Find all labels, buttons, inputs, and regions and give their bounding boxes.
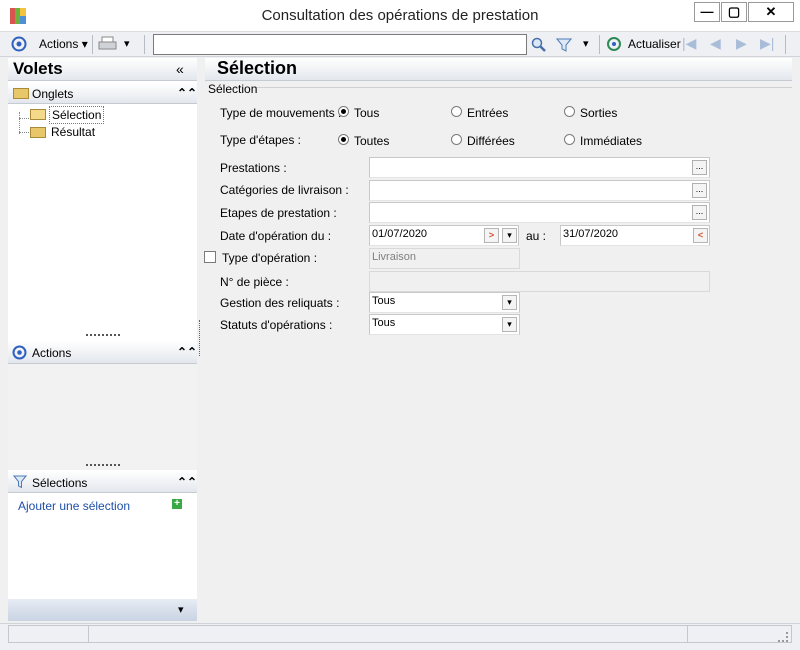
date-shift-icon[interactable]: > [484,228,499,243]
toolbar-separator [785,35,786,54]
statuts-label: Statuts d'opérations : [220,318,333,332]
splitter-grip[interactable] [199,320,200,356]
first-record-icon[interactable]: |◀ [682,35,696,52]
chevron-down-icon: ▾ [78,37,88,51]
onglets-title: Onglets [32,87,74,101]
tree-item-resultat[interactable]: Résultat [51,125,95,139]
radio-sorties-label[interactable]: Sorties [580,106,617,120]
search-input[interactable] [153,34,527,55]
print-dropdown-icon[interactable]: ▾ [124,37,130,50]
status-cell [88,625,688,643]
chevron-down-icon[interactable]: ▾ [502,295,517,310]
radio-entrees-label[interactable]: Entrées [467,106,508,120]
window-title: Consultation des opérations de prestatio… [261,7,539,24]
date-to-field[interactable]: 31/07/2020 [560,225,710,246]
last-record-icon[interactable]: ▶| [760,35,774,52]
status-cell [687,625,792,643]
next-record-icon[interactable]: ▶ [736,35,747,52]
left-pane [8,58,197,621]
selections-title: Sélections [32,476,88,490]
statuts-select[interactable]: Tous [369,314,520,335]
add-icon[interactable]: + [172,499,182,509]
etapes-label: Type d'étapes : [220,133,302,147]
type-operation-label: Type d'opération : [222,251,318,265]
etapes-prestation-browse-button[interactable]: ... [692,205,707,220]
add-selection-link[interactable]: Ajouter une sélection [18,499,130,513]
close-button[interactable]: ✕ [748,2,794,22]
radio-differees[interactable] [451,134,462,145]
tree-line [19,118,29,119]
chevron-down-icon[interactable]: ▾ [502,317,517,332]
refresh-icon[interactable] [606,36,622,52]
type-operation-field: Livraison [369,248,520,269]
pane-overflow-bar[interactable] [8,599,197,621]
collapse-section-icon[interactable]: ⌃⌃ [177,345,197,359]
mouvements-label: Type de mouvements : [220,106,342,120]
collapse-section-icon[interactable]: ⌃⌃ [177,475,197,489]
actions-menu-label: Actions [39,37,79,51]
etapes-prestation-label: Etapes de prestation : [220,206,337,220]
group-box-line [254,87,792,88]
splitter-grip[interactable] [86,334,120,337]
open-folder-icon [30,109,46,120]
type-operation-checkbox[interactable] [204,251,216,263]
collapse-section-icon[interactable]: ⌃⌃ [177,86,197,100]
prestations-label: Prestations : [220,161,287,175]
categories-field[interactable] [369,180,710,201]
radio-toutes-label[interactable]: Toutes [354,134,389,148]
radio-tous[interactable] [338,106,349,117]
tree-line [19,112,20,134]
radio-immediates[interactable] [564,134,575,145]
radio-toutes[interactable] [338,134,349,145]
categories-label: Catégories de livraison : [220,183,349,197]
search-icon[interactable] [531,37,547,53]
prestations-browse-button[interactable]: ... [692,160,707,175]
reliquats-select[interactable]: Tous [369,292,520,313]
radio-tous-label[interactable]: Tous [354,106,379,120]
toolbar-separator [144,35,145,54]
actions-area [8,364,197,470]
categories-browse-button[interactable]: ... [692,183,707,198]
radio-entrees[interactable] [451,106,462,117]
splitter-grip[interactable] [86,464,120,467]
etapes-prestation-field[interactable] [369,202,710,223]
previous-record-icon[interactable]: ◀ [710,35,721,52]
maximize-button[interactable]: ▢ [721,2,747,22]
piece-field [369,271,710,292]
date-label: Date d'opération du : [220,229,332,243]
filter-icon [13,475,27,489]
page-title: Sélection [217,58,298,78]
resize-grip[interactable] [778,632,788,642]
actions-menu-button[interactable]: Actions ▾ [39,37,88,51]
minimize-button[interactable]: — [694,2,720,22]
piece-label: N° de pièce : [220,275,289,289]
refresh-button[interactable]: Actualiser [628,37,681,51]
status-cell [8,625,89,643]
reliquats-label: Gestion des reliquats : [220,296,340,310]
actions-icon [12,345,27,360]
actions-title: Actions [32,346,72,360]
actions-icon[interactable] [11,36,27,52]
folder-icon [13,88,29,99]
print-icon[interactable] [98,36,118,52]
filter-dropdown-icon[interactable]: ▾ [583,37,589,50]
toolbar-separator [599,35,600,54]
filter-icon[interactable] [556,37,572,53]
group-box-label: Sélection [208,82,258,96]
chevron-down-icon[interactable]: ▾ [178,603,184,616]
collapse-pane-icon[interactable]: « [176,61,184,77]
tree-line [19,132,29,133]
date-au-label: au : [526,229,547,243]
toolbar-separator [92,35,93,54]
tree-item-selection[interactable]: Sélection [49,106,105,124]
radio-differees-label[interactable]: Différées [467,134,515,148]
calendar-dropdown-icon[interactable]: ▾ [502,228,517,243]
prestations-field[interactable] [369,157,710,178]
folder-icon [30,127,46,138]
volets-title: Volets [13,59,63,78]
radio-immediates-label[interactable]: Immédiates [580,134,642,148]
radio-sorties[interactable] [564,106,575,117]
date-shift-back-icon[interactable]: < [693,228,708,243]
